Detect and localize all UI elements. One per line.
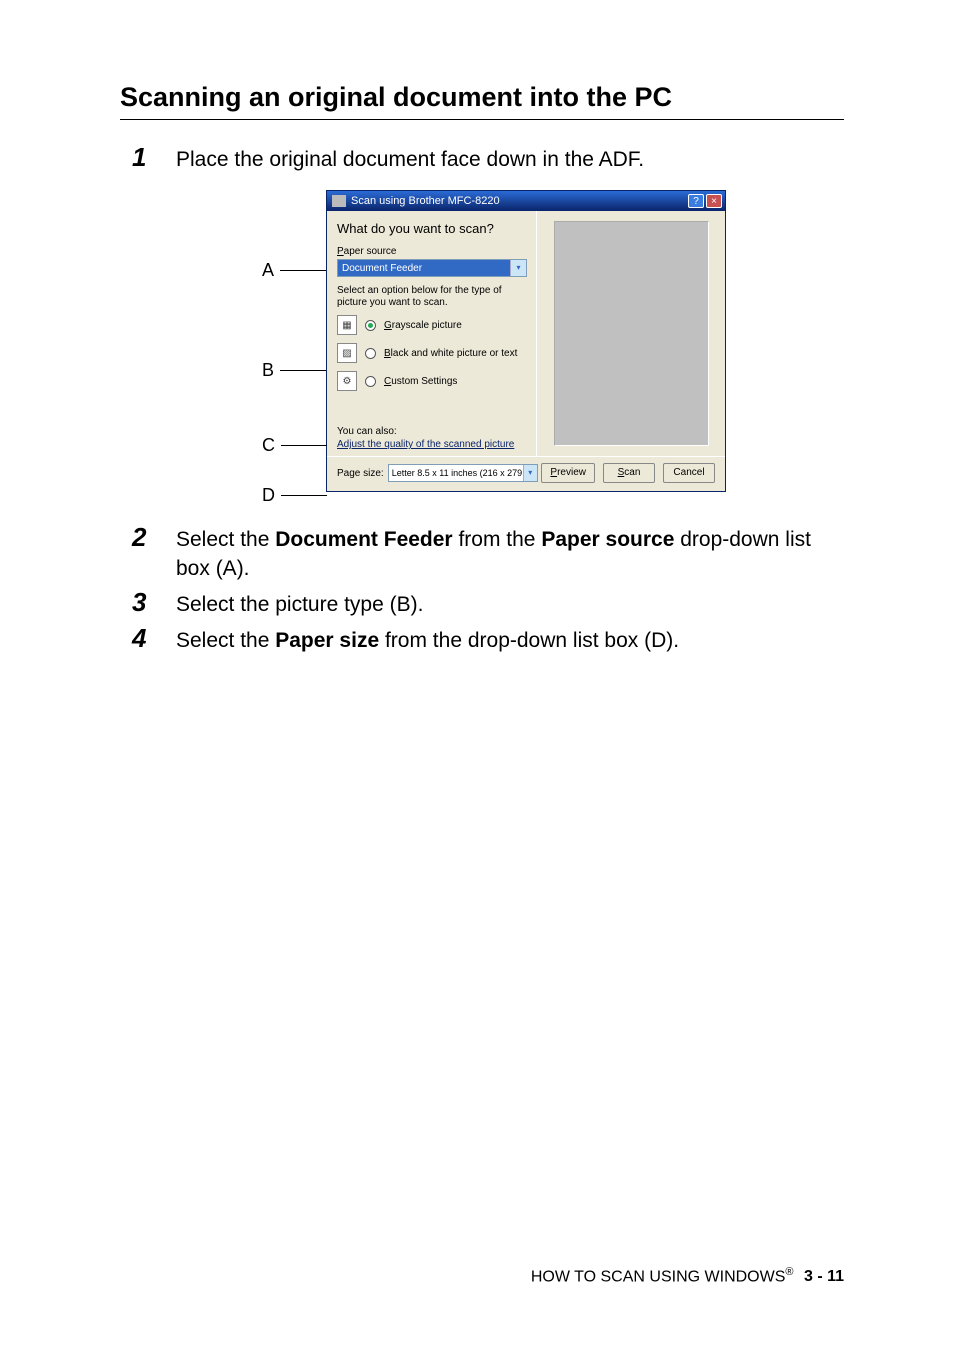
page-size-label: Page size:: [337, 468, 384, 479]
step-4: 4 Select the Paper size from the drop-do…: [132, 623, 844, 655]
scanner-icon: [332, 195, 346, 207]
step-number: 1: [132, 142, 176, 170]
step-number: 3: [132, 587, 176, 615]
help-icon[interactable]: ?: [688, 194, 704, 208]
option-bw[interactable]: ▨ Black and white picture or text: [337, 343, 526, 363]
page-heading: Scanning an original document into the P…: [120, 82, 844, 120]
step-2: 2 Select the Document Feeder from the Pa…: [132, 522, 844, 583]
radio-selected[interactable]: [365, 320, 376, 331]
bw-icon: ▨: [337, 343, 357, 363]
scan-dialog: Scan using Brother MFC-8220 ? × What do …: [326, 190, 726, 492]
step-text: Select the Document Feeder from the Pape…: [176, 522, 844, 583]
close-icon[interactable]: ×: [706, 194, 722, 208]
page-footer: HOW TO SCAN USING WINDOWS® 3 - 11: [531, 1266, 844, 1286]
step-text: Select the picture type (B).: [176, 587, 423, 619]
paper-source-dropdown[interactable]: Document Feeder ▾: [337, 259, 527, 277]
radio[interactable]: [365, 348, 376, 359]
preview-area: [554, 221, 709, 446]
step-1: 1 Place the original document face down …: [132, 142, 844, 174]
step-3: 3 Select the picture type (B).: [132, 587, 844, 619]
step-text: Select the Paper size from the drop-down…: [176, 623, 679, 655]
scan-button[interactable]: Scan: [603, 463, 655, 483]
step-text: Place the original document face down in…: [176, 142, 644, 174]
instruction-text: Select an option below for the type of p…: [337, 285, 526, 309]
dialog-figure: A B C D Scan using Brother MFC-8220: [120, 190, 844, 498]
option-grayscale[interactable]: ▦ Grayscale picture: [337, 315, 526, 335]
cancel-button[interactable]: Cancel: [663, 463, 715, 483]
adjust-quality-link[interactable]: Adjust the quality of the scanned pictur…: [337, 439, 526, 450]
page-size-dropdown[interactable]: Letter 8.5 x 11 inches (216 x 279 ▾: [388, 464, 538, 482]
chevron-down-icon: ▾: [523, 465, 537, 481]
step-number: 2: [132, 522, 176, 550]
paper-source-label: Paper source: [337, 246, 526, 257]
preview-button[interactable]: Preview: [541, 463, 595, 483]
dialog-title: Scan using Brother MFC-8220: [351, 195, 500, 207]
callout-b: B: [262, 360, 326, 381]
callout-c: C: [262, 435, 327, 456]
radio[interactable]: [365, 376, 376, 387]
callout-a: A: [262, 260, 326, 281]
prompt-text: What do you want to scan?: [337, 221, 526, 236]
you-can-also: You can also:: [337, 426, 526, 437]
grayscale-icon: ▦: [337, 315, 357, 335]
chevron-down-icon: ▾: [510, 260, 526, 276]
custom-icon: ⚙: [337, 371, 357, 391]
callout-d: D: [262, 485, 327, 506]
titlebar: Scan using Brother MFC-8220 ? ×: [327, 191, 725, 211]
step-number: 4: [132, 623, 176, 651]
option-custom[interactable]: ⚙ Custom Settings: [337, 371, 526, 391]
